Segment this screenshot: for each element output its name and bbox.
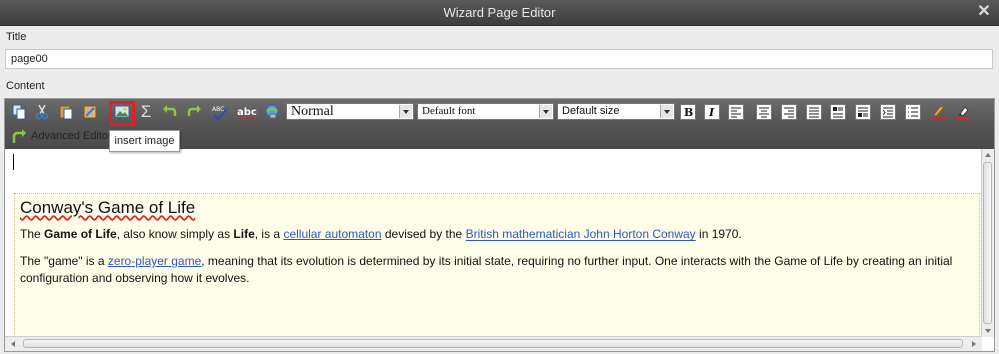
scroll-down-icon[interactable] xyxy=(983,326,993,336)
insert-image-tooltip: insert image xyxy=(109,130,180,152)
window-titlebar: Wizard Page Editor ✕ xyxy=(0,0,999,26)
horizontal-scroll-thumb[interactable] xyxy=(23,339,963,348)
title-input[interactable] xyxy=(5,49,993,69)
vertical-scroll-thumb[interactable] xyxy=(983,162,992,324)
text-color-icon[interactable] xyxy=(929,103,947,121)
vertical-scrollbar[interactable] xyxy=(981,149,994,337)
advanced-editor-label: Advanced Editor xyxy=(31,130,112,142)
paste-icon[interactable] xyxy=(57,103,75,121)
paragraph-2: The "game" is a zero-player game, meanin… xyxy=(20,254,953,285)
justify-icon[interactable] xyxy=(805,103,823,121)
indent-icon[interactable] xyxy=(879,103,897,121)
svg-text:ABC: ABC xyxy=(212,106,224,113)
highlight-icon[interactable] xyxy=(954,103,972,121)
style-select[interactable]: Normal xyxy=(286,103,414,120)
bold-icon[interactable]: B xyxy=(679,103,697,121)
paste-special-icon[interactable] xyxy=(81,103,99,121)
svg-text:B: B xyxy=(684,106,693,119)
paragraph-1: The Game of Life, also know simply as Li… xyxy=(20,227,742,241)
advanced-editor-arrow-icon xyxy=(12,129,26,143)
chevron-down-icon xyxy=(399,105,412,118)
close-icon[interactable]: ✕ xyxy=(975,3,993,21)
ordered-list-icon[interactable] xyxy=(829,103,847,121)
insert-link-icon[interactable] xyxy=(263,103,281,121)
window-title: Wizard Page Editor xyxy=(443,5,556,20)
spellcheck-icon[interactable]: ABC xyxy=(211,103,229,121)
undo-icon[interactable] xyxy=(161,103,179,121)
title-label: Title xyxy=(6,31,27,43)
svg-text:I: I xyxy=(708,106,715,119)
spelling-abc-icon[interactable]: abc xyxy=(236,103,258,121)
insert-image-highlight-box xyxy=(109,101,135,126)
chevron-down-icon xyxy=(539,105,552,118)
align-left-icon[interactable] xyxy=(727,103,745,121)
scroll-left-icon[interactable] xyxy=(8,339,18,349)
redo-icon[interactable] xyxy=(185,103,203,121)
align-center-icon[interactable] xyxy=(755,103,773,121)
italic-icon[interactable]: I xyxy=(703,103,721,121)
chevron-down-icon xyxy=(660,105,673,118)
unordered-list-icon[interactable] xyxy=(854,103,872,121)
align-right-icon[interactable] xyxy=(780,103,798,121)
scroll-up-icon[interactable] xyxy=(983,150,993,160)
content-label: Content xyxy=(6,80,45,92)
link-zero-player-game[interactable]: zero-player game xyxy=(108,254,201,268)
cut-icon[interactable] xyxy=(33,103,51,121)
font-select[interactable]: Default font xyxy=(417,103,554,120)
horizontal-scrollbar[interactable] xyxy=(5,336,982,351)
link-cellular-automaton[interactable]: cellular automaton xyxy=(283,227,381,241)
document-body[interactable]: Conway's Game of Life The Game of Life, … xyxy=(14,193,980,337)
scroll-right-icon[interactable] xyxy=(969,339,979,349)
editor-content[interactable]: Conway's Game of Life The Game of Life, … xyxy=(5,149,982,337)
document-heading: Conway's Game of Life xyxy=(20,198,196,217)
svg-text:abc: abc xyxy=(237,107,257,118)
copy-icon[interactable] xyxy=(10,103,28,121)
size-select[interactable]: Default size xyxy=(557,103,675,120)
link-conway[interactable]: British mathematician John Horton Conway xyxy=(466,227,696,241)
text-caret xyxy=(13,154,14,170)
list-icon[interactable] xyxy=(904,103,922,121)
sum-icon[interactable]: Σ xyxy=(137,102,155,121)
